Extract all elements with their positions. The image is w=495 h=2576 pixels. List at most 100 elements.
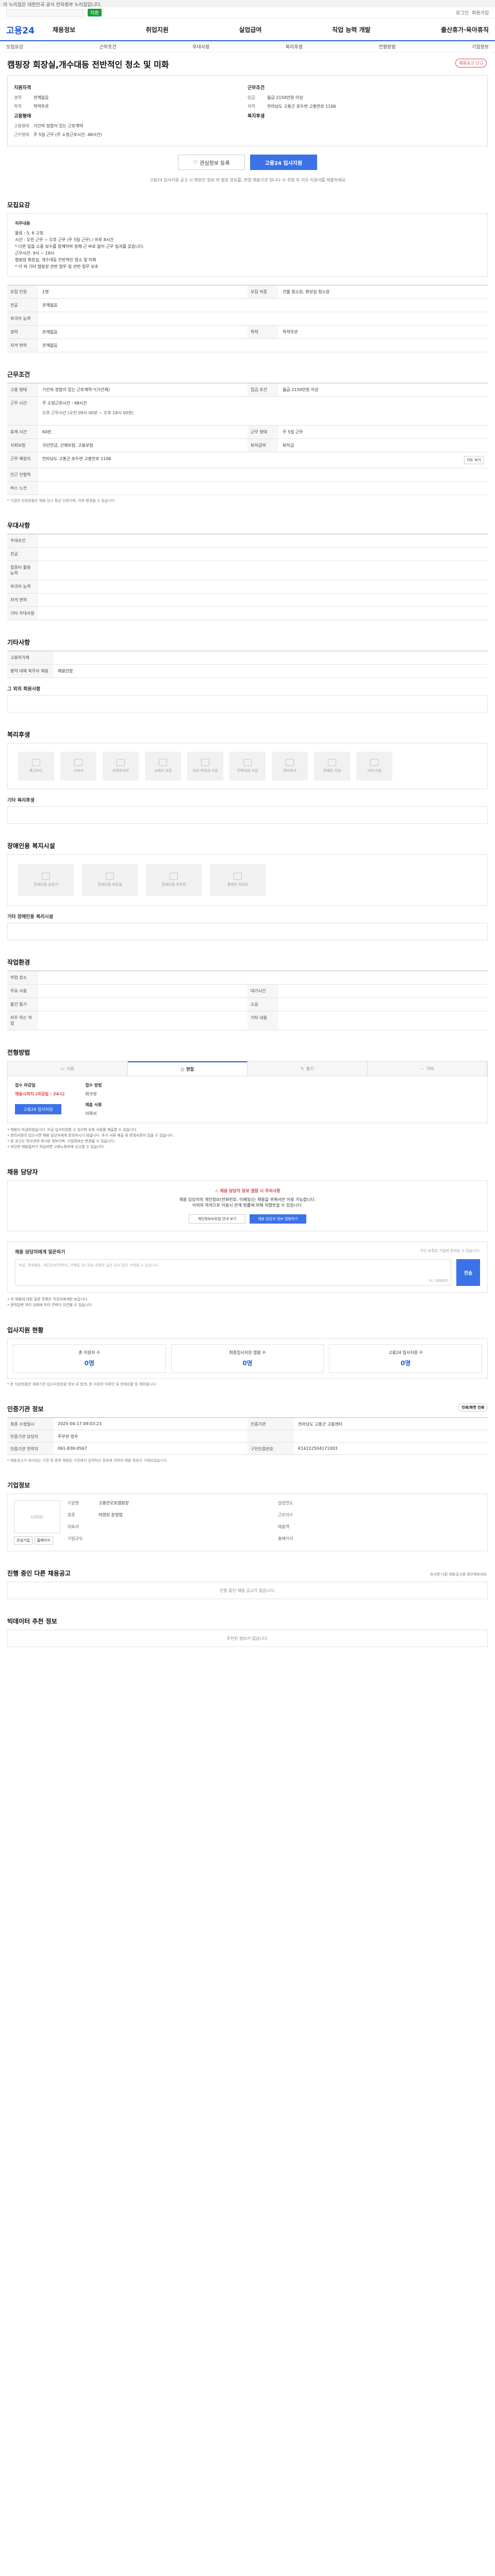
section-contact: 채용 담당자 ⚠ 채용 담당자 정보 열람 시 주의사항 채용 담당자의 개인정… <box>7 1150 488 1231</box>
welfare-item: 자녀 학자금 지원 <box>187 752 223 781</box>
privacy-guide-button[interactable]: 개인정보보호법 안내 보기 <box>189 1214 245 1224</box>
nav-employment-support[interactable]: 취업지원 <box>146 25 169 34</box>
login-link[interactable]: 로그인 <box>456 9 469 16</box>
section-method: 전형방법 ▭ 서류 ◻ 면접 ✎ 필기 ⋯ 기타 접수 마감일 채용시까지 (마감일 :… <box>7 1030 488 1150</box>
table-row: 근무 시간 주 소정근로시간 : 48시간 오후 근무시간 (오전 09시 00… <box>7 397 488 426</box>
report-button[interactable]: 채용공고 신고 <box>455 59 487 67</box>
bullet-line: • 이 채용에 대한 질문 목록은 작성자에게만 보입니다. <box>7 1297 89 1301</box>
table-header: 버스 노선 <box>7 482 38 495</box>
tab-method[interactable]: 전형방법 <box>378 43 395 50</box>
disability-grid: 장애인용 승강기 장애인용 화장실 장애인용 주차장 휠체어 리프트 <box>7 854 488 906</box>
table-header: 인근 전철역 <box>7 468 38 481</box>
banner-search-input[interactable] <box>6 9 84 16</box>
table-cell: 건물 청소원, 화장실 청소원 <box>283 290 330 294</box>
site-logo[interactable]: 고용24 <box>6 23 53 36</box>
section-title: 채용 담당자 <box>7 1168 38 1176</box>
company-meta-right: 설립연도 근로자수 매출액 홈페이지 <box>278 1500 481 1545</box>
contact-text: 채용 담당자의 개인정보(전화번호, 이메일)는 채용을 위해서만 이용 가능합… <box>179 1197 316 1202</box>
receipt-block: 접수 마감일 채용시까지 (마감일 : 24시) 고용24 입사지원 <box>15 1082 64 1116</box>
table-header: 병역 대체 복무자 채용 <box>7 665 54 677</box>
table-row: 우대조건 <box>7 534 488 548</box>
apply-button-secondary[interactable]: 고용24 입사지원 <box>15 1104 61 1114</box>
tab-welfare[interactable]: 복리후생 <box>286 43 303 50</box>
table-row: 자격 면허 관계없음 <box>7 339 488 352</box>
summary-heading-conditions: 근무조건 <box>248 86 265 91</box>
bullet-line: • 부당한 채용절차가 의심되면 고용노동부에 신고할 수 있습니다. <box>7 1145 105 1149</box>
apply-button[interactable]: 고용24 입사지원 <box>250 155 317 170</box>
disability-item: 장애인용 화장실 <box>82 864 138 896</box>
footer-space <box>0 1647 495 1668</box>
tab-preferences[interactable]: 우대사항 <box>192 43 209 50</box>
welfare-grid: 통근버스 기숙사 차량유지비 교육비 지원 자녀 학자금 지원 주택자금 지원 … <box>7 743 488 789</box>
table-header: 임금 조건 <box>248 383 278 396</box>
table-header: 모집 직종 <box>248 285 278 298</box>
table-cell: 관계없음 <box>42 343 58 348</box>
table-header: 전공 <box>7 548 38 561</box>
tab-conditions[interactable]: 근무조건 <box>100 43 117 50</box>
company-homepage-button[interactable]: 홈페이지 <box>34 1536 53 1545</box>
bus-icon <box>32 759 40 766</box>
work-hours-main: 주 소정근로시간 : 48시간 <box>42 401 87 405</box>
method-tab-written[interactable]: ✎ 필기 <box>248 1061 368 1076</box>
summary-value: 주 5일 근무 (주 소정근로시간: 48시간) <box>34 132 102 137</box>
title-area: 캠핑장 회장실,개수대등 전반적인 청소 및 미화 채용공고 신고 <box>0 53 495 73</box>
wheelchair-icon <box>328 759 336 766</box>
duties-line: 근무시간: 9시 ~ 18시 <box>15 251 55 256</box>
contact-text: 이외의 목적으로 이용시 관계 법률에 의해 처벌받을 수 있습니다. <box>192 1203 303 1208</box>
support-badge[interactable]: 지원 <box>88 9 102 16</box>
section-title: 진행 중인 다른 채용공고 <box>7 1570 71 1577</box>
table-header: 컴퓨터 활용 능력 <box>7 561 38 580</box>
table-cell: 관계없음 <box>42 330 58 334</box>
view-contact-button[interactable]: 채용 담당자 정보 열람하기 <box>250 1214 306 1224</box>
table-cell <box>38 971 488 984</box>
nav-unemployment-benefit[interactable]: 실업급여 <box>239 25 261 34</box>
section-title: 빅데이터 추천 정보 <box>7 1618 57 1625</box>
method-tab-other[interactable]: ⋯ 기타 <box>367 1061 487 1076</box>
summary-heading-employment: 고용형태 <box>14 114 31 119</box>
map-button[interactable]: 지도 보기 <box>464 456 484 464</box>
apply-notice: 고용24 입사지원 공고 시 회원인 정보 외 필요 정보를, 면접 채용기관 … <box>150 178 345 182</box>
nav-jobs[interactable]: 채용정보 <box>53 25 75 34</box>
car-icon <box>117 759 125 766</box>
question-textarea[interactable]: 욕설, 명예훼손, 개인정보(연락처, 이메일 등) 등을 포함한 글은 공지 … <box>15 1259 451 1286</box>
company-key: 기업규모 <box>68 1536 83 1541</box>
table-row: 경력 관계없음 학력 학력무관 <box>7 326 488 339</box>
method-tab-documents[interactable]: ▭ 서류 <box>8 1061 128 1076</box>
welfare-item: 장애인 지원 <box>314 752 350 781</box>
question-icon <box>370 759 378 766</box>
disability-item-label: 장애인용 주차장 <box>161 883 186 887</box>
print-button[interactable]: 인쇄/화면 인쇄 <box>458 1403 488 1412</box>
site-header: 고용24 채용정보 취업지원 실업급여 직업 능력 개발 출산휴가·육아휴직 <box>0 19 495 41</box>
question-submit-button[interactable]: 전송 <box>456 1259 480 1286</box>
nav-parental-leave[interactable]: 출산휴가·육아휴직 <box>441 25 489 34</box>
table-header: 자격 면허 <box>7 594 38 606</box>
company-bookmark-button[interactable]: 관심기업 <box>14 1536 32 1545</box>
nav-vocational-training[interactable]: 직업 능력 개발 <box>332 25 371 34</box>
section-stats: 입사지원 현황 총 지원자 수 0명 최종입사지원 열람 수 0명 고용24 입사지… <box>7 1308 488 1387</box>
table-cell <box>278 985 488 997</box>
table-header: 외국어 능력 <box>7 580 38 593</box>
welfare-item: 차량유지비 <box>103 752 139 781</box>
summary-value: 기간의 정함이 있는 근로계약 <box>34 124 83 128</box>
alert-icon: ⚠ <box>214 1189 220 1193</box>
summary-heading-welfare: 복지후생 <box>248 114 265 119</box>
table-header: 우대조건 <box>7 534 38 547</box>
table-cell <box>38 482 488 495</box>
tab-recruit[interactable]: 모집요강 <box>6 43 23 50</box>
table-header: 주요 사용 <box>7 985 38 997</box>
section-related: 진행 중인 다른 채용공고 유사한 다른 채용공고를 확인해보세요. 진행 중인… <box>7 1551 488 1599</box>
table-cell: 주 소정근로시간 : 48시간 오후 근무시간 (오전 09시 00분 ~ 오후… <box>38 397 488 425</box>
bookmark-button[interactable]: ♡ 관심정보 등록 <box>178 155 245 170</box>
signup-link[interactable]: 회원가입 <box>472 9 489 16</box>
company-box: LOGO 관심기업 홈페이지 기업명 고흥만오토캠핑장 업종 야영장 운영업 대표자… <box>7 1494 488 1551</box>
section-title: 장애인용 복지시설 <box>7 842 55 850</box>
gov-banner: 지원 로그인 회원가입 <box>0 7 495 19</box>
stats-note: * 본 지원현황은 채용기관 입사지원현황 정보 로 합계, 본 지원의 미확인… <box>7 1382 157 1386</box>
disability-subtitle: 기타 장애인용 복리시설 <box>7 914 54 920</box>
table-header: 사회보험 <box>7 439 38 452</box>
method-block: 접수 방법 워크넷 제출 서류 이력서 <box>85 1082 102 1116</box>
method-tab-interview[interactable]: ◻ 면접 <box>127 1061 248 1076</box>
tab-company[interactable]: 기업정보 <box>472 43 489 50</box>
table-header: 자주 하는 작업 <box>7 1011 38 1030</box>
recruit-table: 모집 인원 1명 모집 직종 건물 청소원, 화장실 청소원 전공 관계없음 외… <box>7 285 488 352</box>
